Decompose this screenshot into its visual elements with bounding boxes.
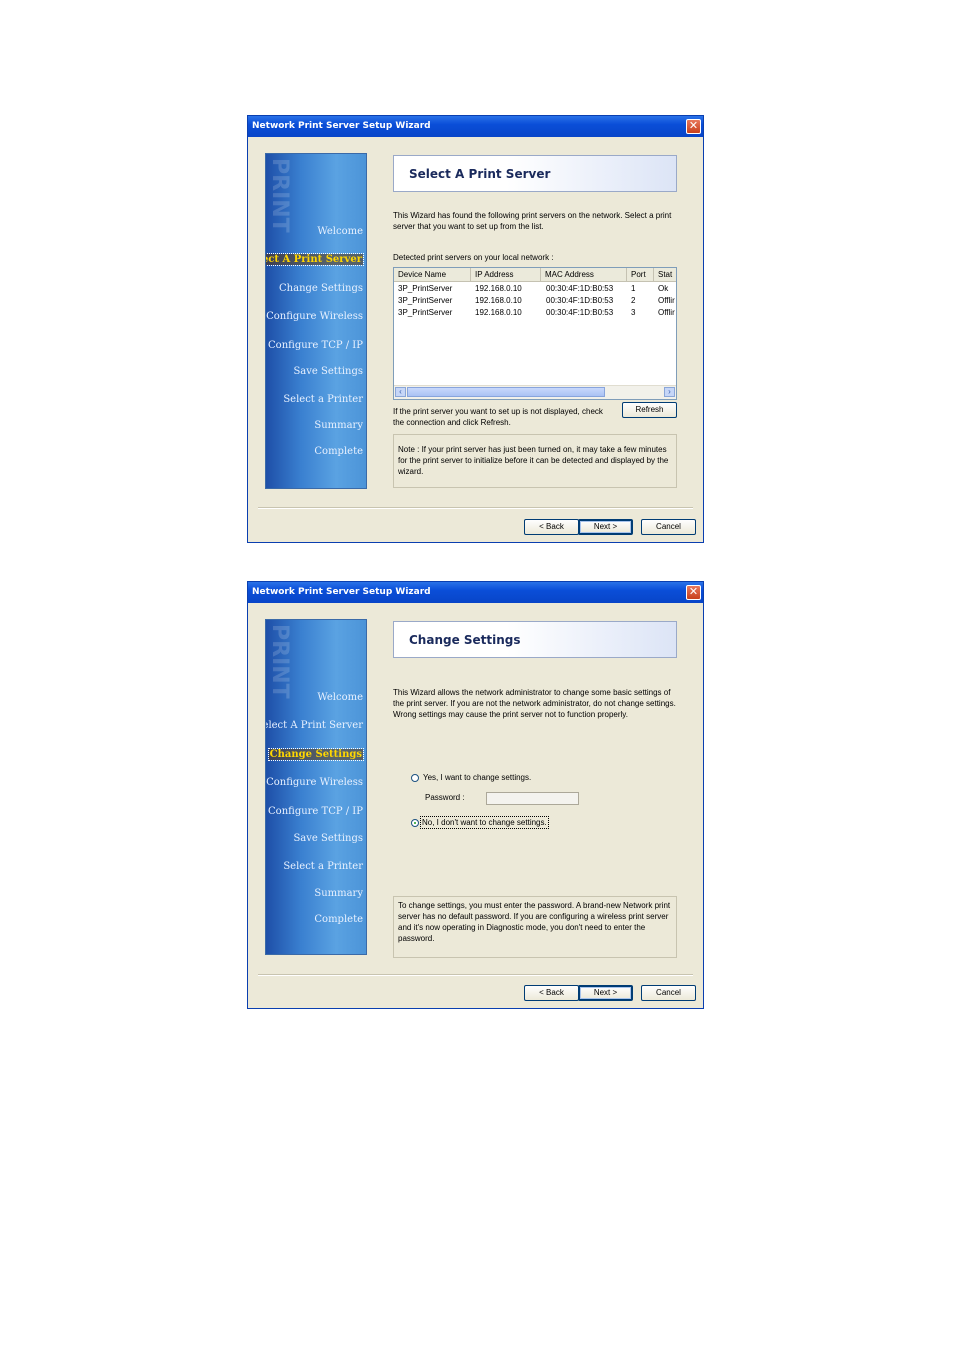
cancel-button[interactable]: Cancel bbox=[641, 985, 696, 1001]
cell-port: 2 bbox=[631, 296, 636, 305]
scroll-right-icon[interactable]: › bbox=[664, 387, 675, 397]
cancel-button[interactable]: Cancel bbox=[641, 519, 696, 535]
wizard-steps-sidebar: PRINT Welcome Select A Print Server Chan… bbox=[265, 619, 367, 955]
window-title: Network Print Server Setup Wizard bbox=[252, 587, 431, 597]
step-select-print-server: Select A Print Server bbox=[266, 253, 365, 266]
print-watermark: PRINT bbox=[267, 624, 292, 699]
intro-text: This Wizard has found the following prin… bbox=[393, 211, 672, 231]
refresh-button[interactable]: Refresh bbox=[622, 402, 677, 418]
horizontal-scrollbar[interactable]: ‹ › bbox=[394, 385, 676, 399]
cell-status: Ok bbox=[658, 284, 669, 293]
page-title: Change Settings bbox=[409, 633, 521, 647]
option-yes-label[interactable]: Yes, I want to change settings. bbox=[423, 772, 531, 783]
info-text: To change settings, you must enter the p… bbox=[398, 901, 671, 943]
cell-port: 3 bbox=[631, 308, 636, 317]
cell-mac: 00:30:4F:1D:B0:53 bbox=[546, 308, 614, 317]
cell-port: 1 bbox=[631, 284, 636, 293]
password-label: Password : bbox=[425, 793, 465, 802]
cell-ip: 192.168.0.10 bbox=[475, 296, 522, 305]
option-no-label[interactable]: No, I don't want to change settings. bbox=[420, 816, 549, 829]
step-select-print-server: Select A Print Server bbox=[265, 720, 363, 731]
step-change-settings: Change Settings bbox=[279, 283, 363, 294]
cell-status: Offlir bbox=[658, 296, 675, 305]
separator bbox=[258, 974, 693, 976]
step-welcome: Welcome bbox=[317, 692, 363, 703]
cell-ip: 192.168.0.10 bbox=[475, 284, 522, 293]
title-bar[interactable]: Network Print Server Setup Wizard ✕ bbox=[248, 116, 703, 137]
page-header: Select A Print Server bbox=[393, 155, 677, 192]
column-status[interactable]: Stat bbox=[654, 268, 676, 281]
info-box: To change settings, you must enter the p… bbox=[393, 896, 677, 958]
step-select-printer: Select a Printer bbox=[283, 861, 363, 872]
scroll-thumb[interactable] bbox=[407, 387, 605, 397]
next-button[interactable]: Next > bbox=[578, 985, 633, 1001]
close-icon[interactable]: ✕ bbox=[686, 585, 701, 600]
column-port[interactable]: Port bbox=[627, 268, 654, 281]
step-configure-tcpip: Configure TCP / IP bbox=[268, 340, 363, 351]
cell-mac: 00:30:4F:1D:B0:53 bbox=[546, 284, 614, 293]
page-title: Select A Print Server bbox=[409, 167, 551, 181]
step-save-settings: Save Settings bbox=[293, 366, 363, 377]
step-summary: Summary bbox=[314, 420, 363, 431]
cell-status: Offlir bbox=[658, 308, 675, 317]
back-button[interactable]: < Back bbox=[524, 985, 579, 1001]
note-box: Note : If your print server has just bee… bbox=[393, 434, 677, 488]
column-device-name[interactable]: Device Name bbox=[394, 268, 471, 281]
detected-label: Detected print servers on your local net… bbox=[393, 253, 554, 262]
step-complete: Complete bbox=[314, 914, 363, 925]
step-complete: Complete bbox=[314, 446, 363, 457]
separator bbox=[258, 507, 693, 509]
print-server-list[interactable]: Device Name IP Address MAC Address Port … bbox=[393, 267, 677, 400]
back-button[interactable]: < Back bbox=[524, 519, 579, 535]
radio-yes-change-settings[interactable] bbox=[411, 774, 419, 782]
step-welcome: Welcome bbox=[317, 226, 363, 237]
step-configure-wireless: Configure Wireless bbox=[266, 777, 363, 788]
refresh-hint: If the print server you want to set up i… bbox=[393, 407, 603, 427]
setup-wizard-window-change-settings: Network Print Server Setup Wizard ✕ PRIN… bbox=[247, 581, 704, 1009]
intro-text: This Wizard allows the network administr… bbox=[393, 688, 676, 719]
step-summary: Summary bbox=[314, 888, 363, 899]
scroll-left-icon[interactable]: ‹ bbox=[395, 387, 406, 397]
radio-no-change-settings[interactable] bbox=[411, 819, 419, 827]
column-ip-address[interactable]: IP Address bbox=[471, 268, 541, 281]
setup-wizard-window-select-server: Network Print Server Setup Wizard ✕ PRIN… bbox=[247, 115, 704, 543]
close-icon[interactable]: ✕ bbox=[686, 119, 701, 134]
print-watermark: PRINT bbox=[267, 158, 292, 233]
next-button[interactable]: Next > bbox=[578, 519, 633, 535]
cell-device-name: 3P_PrintServer bbox=[398, 296, 453, 305]
note-text: Note : If your print server has just bee… bbox=[398, 445, 669, 476]
page-header: Change Settings bbox=[393, 621, 677, 658]
cell-ip: 192.168.0.10 bbox=[475, 308, 522, 317]
cell-device-name: 3P_PrintServer bbox=[398, 284, 453, 293]
step-select-printer: Select a Printer bbox=[283, 394, 363, 405]
cell-mac: 00:30:4F:1D:B0:53 bbox=[546, 296, 614, 305]
list-header: Device Name IP Address MAC Address Port … bbox=[394, 268, 676, 282]
cell-device-name: 3P_PrintServer bbox=[398, 308, 453, 317]
step-configure-tcpip: Configure TCP / IP bbox=[268, 806, 363, 817]
title-bar[interactable]: Network Print Server Setup Wizard ✕ bbox=[248, 582, 703, 603]
step-save-settings: Save Settings bbox=[293, 833, 363, 844]
column-mac-address[interactable]: MAC Address bbox=[541, 268, 627, 281]
password-field[interactable] bbox=[486, 792, 579, 805]
wizard-steps-sidebar: PRINT Welcome Select A Print Server Chan… bbox=[265, 153, 367, 489]
window-title: Network Print Server Setup Wizard bbox=[252, 121, 431, 131]
step-configure-wireless: Configure Wireless bbox=[266, 311, 363, 322]
step-change-settings: Change Settings bbox=[267, 748, 365, 761]
